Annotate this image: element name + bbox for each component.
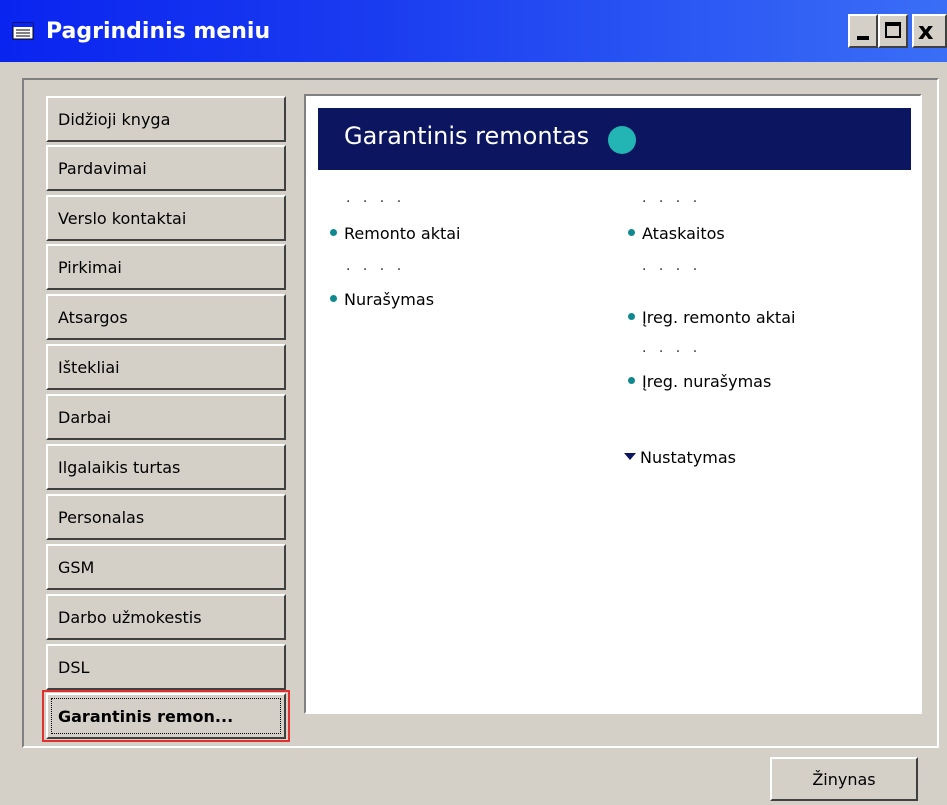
banner-title: Garantinis remontas	[344, 122, 590, 150]
separator-dots: . . . .	[346, 190, 406, 206]
bullet-icon	[628, 377, 635, 384]
window-menu-icon[interactable]	[12, 21, 34, 41]
banner-accent-dot	[608, 126, 636, 154]
nav-button[interactable]: Didžioji knyga	[46, 96, 286, 142]
bullet-icon	[628, 313, 635, 320]
close-button[interactable]: x	[912, 14, 947, 48]
menu-item-label: Remonto aktai	[344, 224, 461, 243]
help-button[interactable]: Žinynas	[770, 757, 918, 801]
nav-button[interactable]: Personalas	[46, 494, 286, 540]
separator-dots: . . . .	[642, 190, 702, 206]
section-banner: Garantinis remontas	[318, 108, 911, 170]
nav-button[interactable]: Ištekliai	[46, 344, 286, 390]
menu-item-label: Įreg. nurašymas	[642, 372, 772, 391]
menu-item-ireg-nurasymas[interactable]: Įreg. nurašymas	[628, 372, 771, 391]
close-icon: x	[918, 17, 934, 45]
nav-button[interactable]: Atsargos	[46, 294, 286, 340]
nav-button[interactable]: Ilgalaikis turtas	[46, 444, 286, 490]
nav-button[interactable]: Garantinis remon...	[46, 693, 286, 739]
maximize-button[interactable]	[878, 14, 908, 48]
nav-button[interactable]: Pardavimai	[46, 145, 286, 191]
menu-item-ireg-remonto-aktai[interactable]: Įreg. remonto aktai	[628, 308, 795, 327]
nav-button[interactable]: Darbai	[46, 394, 286, 440]
submenu-label: Nustatymas	[640, 448, 736, 467]
nav-button[interactable]: GSM	[46, 544, 286, 590]
menu-item-label: Įreg. remonto aktai	[642, 308, 796, 327]
separator-dots: . . . .	[642, 258, 702, 274]
content-panel: Garantinis remontas . . . . Remonto akta…	[304, 94, 922, 714]
menu-item-nurasymas[interactable]: Nurašymas	[330, 290, 434, 309]
menu-item-label: Nurašymas	[344, 290, 435, 309]
separator-dots: . . . .	[346, 258, 406, 274]
submenu-nustatymas[interactable]: Nustatymas	[624, 448, 736, 467]
window-title: Pagrindinis meniu	[46, 18, 271, 44]
menu-item-remonto-aktai[interactable]: Remonto aktai	[330, 224, 461, 243]
nav-button[interactable]: Verslo kontaktai	[46, 195, 286, 241]
nav-button[interactable]: Darbo užmokestis	[46, 594, 286, 640]
menu-item-label: Ataskaitos	[642, 224, 725, 243]
nav-button[interactable]: DSL	[46, 644, 286, 690]
nav-button[interactable]: Pirkimai	[46, 244, 286, 290]
triangle-down-icon	[624, 453, 636, 460]
separator-dots: . . . .	[642, 340, 702, 356]
bullet-icon	[628, 229, 635, 236]
bullet-icon	[330, 295, 337, 302]
minimize-button[interactable]	[848, 14, 878, 48]
title-bar: Pagrindinis meniu x	[0, 0, 947, 62]
menu-item-ataskaitos[interactable]: Ataskaitos	[628, 224, 725, 243]
bullet-icon	[330, 229, 337, 236]
